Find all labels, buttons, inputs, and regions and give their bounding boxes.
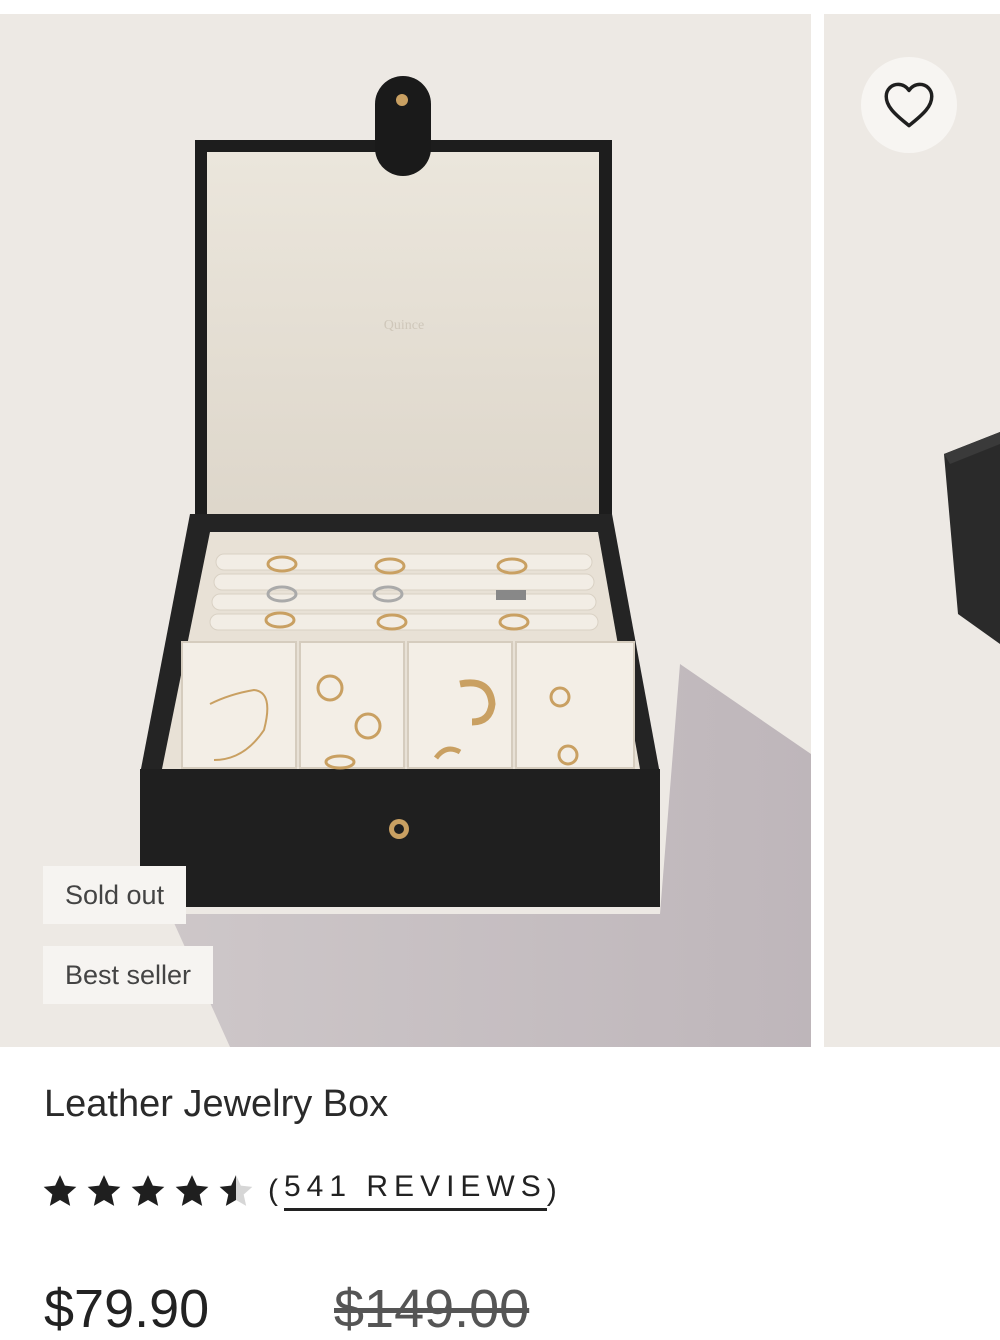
favorite-button[interactable] (861, 57, 957, 153)
star-rating (40, 1171, 256, 1211)
star-icon (131, 1174, 165, 1206)
half-star-icon (219, 1174, 253, 1206)
lid-logo-text: Quince (384, 318, 424, 333)
star-icon (175, 1174, 209, 1206)
reviews-link[interactable]: ( 541 REVIEWS ) (268, 1170, 563, 1211)
star-icon (43, 1174, 77, 1206)
star-icon (87, 1174, 121, 1206)
heart-outline-icon (884, 82, 934, 128)
product-rating: ( 541 REVIEWS ) (40, 1170, 563, 1211)
reviews-count-label: 541 REVIEWS (284, 1170, 547, 1211)
sale-price: $79.90 (44, 1279, 210, 1339)
next-jewelry-box-image (944, 432, 1000, 644)
product-title: Leather Jewelry Box (44, 1083, 389, 1125)
product-image-carousel[interactable]: Quince Sold out Best seller (0, 14, 1000, 1047)
next-product-image-slide[interactable] (824, 14, 1000, 1047)
sold-out-badge: Sold out (43, 866, 187, 924)
best-seller-badge: Best seller (43, 946, 214, 1004)
product-image-slide[interactable]: Quince Sold out Best seller (0, 14, 811, 1047)
reviews-open-paren: ( (268, 1173, 284, 1207)
reviews-close-paren: ) (546, 1173, 563, 1207)
original-price: $149.00 (334, 1279, 530, 1339)
